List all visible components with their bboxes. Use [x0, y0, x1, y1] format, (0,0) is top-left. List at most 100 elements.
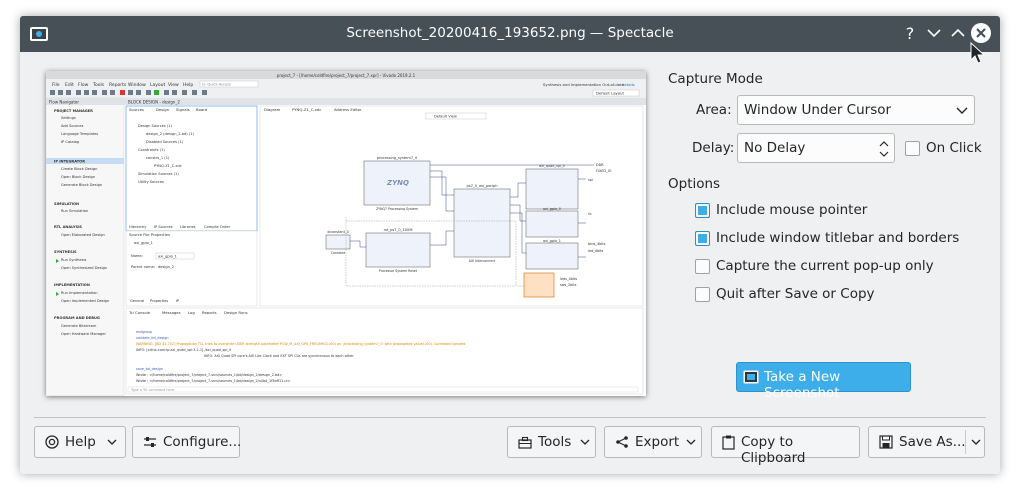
console-tab-runs: Design Runs — [224, 310, 248, 315]
sources-tab-design: Design — [156, 107, 170, 112]
fn-group-0: PROJECT MANAGER — [54, 109, 93, 113]
port-leds: leds_4bits — [560, 277, 577, 281]
save-as-button[interactable]: Save As... — [868, 426, 985, 458]
include-mouse-pointer-label: Include mouse pointer — [716, 202, 868, 218]
props-name-value: axi_gpio_1 — [158, 255, 177, 259]
vivado-menu-view: View — [168, 82, 179, 88]
help-label: Help — [65, 434, 96, 450]
share-icon — [616, 436, 628, 448]
vivado-menu-edit: Edit — [65, 82, 74, 88]
capture-mode-heading: Capture Mode — [668, 71, 763, 87]
fn-item-settings: Settings — [61, 116, 76, 120]
on-click-checkbox[interactable] — [905, 141, 920, 156]
vivado-status: Synthesis and Implementation Out-of-date — [543, 82, 625, 87]
props-item: axi_gpio_1 — [134, 241, 153, 245]
console-line-0: endgroup — [136, 330, 152, 334]
chevron-down-icon — [107, 439, 117, 445]
spin-arrows-icon — [879, 141, 889, 157]
props-tab-general: General — [130, 299, 144, 303]
fn-group-3: RTL ANALYSIS — [54, 225, 82, 229]
sources-tab-signals: Signals — [176, 107, 190, 112]
zynq-subtitle: ZYNQ7 Processing System — [376, 207, 418, 211]
fn-item-run-sim: Run Simulation — [61, 209, 88, 213]
chevron-down-icon — [956, 107, 968, 114]
quit-after-save-checkbox[interactable] — [695, 287, 710, 302]
fn-group-6: PROGRAM AND DEBUG — [54, 316, 100, 320]
clipboard-icon — [722, 435, 735, 450]
port-ddr: DDR — [596, 163, 604, 167]
vivado-menu-flow: Flow — [78, 82, 89, 88]
maximize-icon[interactable] — [947, 22, 969, 44]
props-parent-value: design_2 — [158, 265, 174, 269]
screenshot-icon — [743, 370, 759, 384]
sources-bottom-tab-compile: Compile Order — [204, 225, 231, 229]
props-tab-properties: Properties — [150, 299, 168, 303]
area-combobox[interactable]: Window Under Cursor — [737, 95, 975, 125]
fn-group-2: SIMULATION — [54, 202, 79, 206]
export-label: Export — [635, 434, 680, 450]
props-parent-label: Parent name: — [131, 265, 155, 269]
console-line-2: WARNING: [BD 41-702] Propagation TCL tri… — [136, 342, 465, 346]
console-tab-log: Log — [188, 310, 195, 315]
interconnect-name: ps7_0_axi_periph — [467, 184, 498, 188]
fn-item-generate-bd: Generate Block Design — [61, 183, 102, 187]
fn-item-run-synth: Run Synthesis — [61, 258, 86, 262]
port-led: led_4bits — [588, 249, 603, 253]
vivado-menu-layout: Layout — [150, 82, 166, 88]
fn-item-open-hw: Open Hardware Manager — [61, 332, 107, 336]
delay-value: No Delay — [744, 140, 806, 156]
on-click-label: On Click — [926, 140, 982, 156]
zynq-logo: ZYNQ — [386, 179, 409, 187]
titlebar[interactable]: Screenshot_20200416_193652.png — Spectac… — [20, 16, 1000, 52]
console-line-6: Wrote : </home/coldfire/project_7/projec… — [136, 373, 282, 377]
vivado-layout-select: Default Layout — [596, 91, 624, 96]
fn-item-open-impl: Open Implemented Design — [61, 299, 109, 303]
include-mouse-pointer-checkbox[interactable] — [695, 203, 710, 218]
tools-label: Tools — [538, 434, 572, 450]
take-new-screenshot-button[interactable]: Take a New Screenshot — [736, 362, 911, 401]
close-button[interactable] — [971, 23, 991, 43]
delay-spinbox[interactable]: No Delay — [737, 133, 895, 163]
split-divider — [965, 430, 966, 454]
chevron-down-icon[interactable] — [971, 439, 981, 446]
vivado-menu-help: Help — [183, 82, 193, 88]
reset-name: rst_ps7_0_100M — [384, 228, 413, 232]
source-tree-3: Constraints (1) — [138, 148, 165, 152]
help-button[interactable]: Help — [34, 426, 126, 458]
fn-group-4: SYNTHESIS — [54, 250, 77, 254]
close-icon — [976, 28, 986, 38]
fn-item-open-synth: Open Synthesized Design — [61, 266, 107, 270]
spectacle-window: Screenshot_20200416_193652.png — Spectac… — [20, 16, 1000, 474]
configure-button[interactable]: Configure... — [132, 426, 241, 458]
capture-popup-checkbox[interactable] — [695, 259, 710, 274]
include-titlebar-label: Include window titlebar and borders — [716, 230, 960, 246]
copy-to-clipboard-button[interactable]: Copy to Clipboard — [711, 426, 860, 466]
minimize-icon[interactable] — [923, 22, 945, 44]
sources-tab-sources: Sources — [129, 107, 144, 112]
fn-group-1: IP INTEGRATOR — [54, 160, 85, 164]
props-name-label: Name: — [131, 254, 143, 258]
console-line-4: INFO: AXI Quad SPI core's AXI Lite Clock… — [204, 354, 354, 358]
source-tree-7: Utility Sources — [138, 180, 164, 184]
source-tree-1: design_2 (design_2.bd) (1) — [146, 132, 194, 136]
save-as-label: Save As... — [899, 434, 966, 450]
tools-button[interactable]: Tools — [507, 426, 596, 458]
console-tab-reports: Reports — [202, 310, 217, 315]
vivado-menu-window: Window — [128, 82, 146, 88]
mouse-cursor-icon — [970, 42, 986, 64]
source-tree-5: PYNQ-Z1_C.xdc — [154, 164, 182, 168]
help-lifebuoy-icon — [45, 435, 59, 449]
copy-label: Copy to Clipboard — [741, 434, 806, 466]
help-icon[interactable]: ? — [899, 22, 921, 44]
svg-text:?: ? — [906, 24, 915, 43]
source-tree-6: Simulation Sources (1) — [138, 172, 179, 176]
vivado-menu-reports: Reports — [109, 82, 127, 88]
export-button[interactable]: Export — [604, 426, 702, 458]
vivado-title: project_7 - [/home/coldfire/project_7/pr… — [277, 73, 416, 78]
screenshot-preview[interactable]: project_7 - [/home/coldfire/project_7/pr… — [46, 71, 646, 396]
chevron-down-icon — [580, 439, 590, 445]
fn-item-open-elab: Open Elaborated Design — [61, 233, 105, 237]
console-tab-messages: Messages — [162, 310, 181, 315]
include-titlebar-checkbox[interactable] — [695, 231, 710, 246]
vivado-quick-access: Q- Quick Access — [202, 83, 231, 87]
